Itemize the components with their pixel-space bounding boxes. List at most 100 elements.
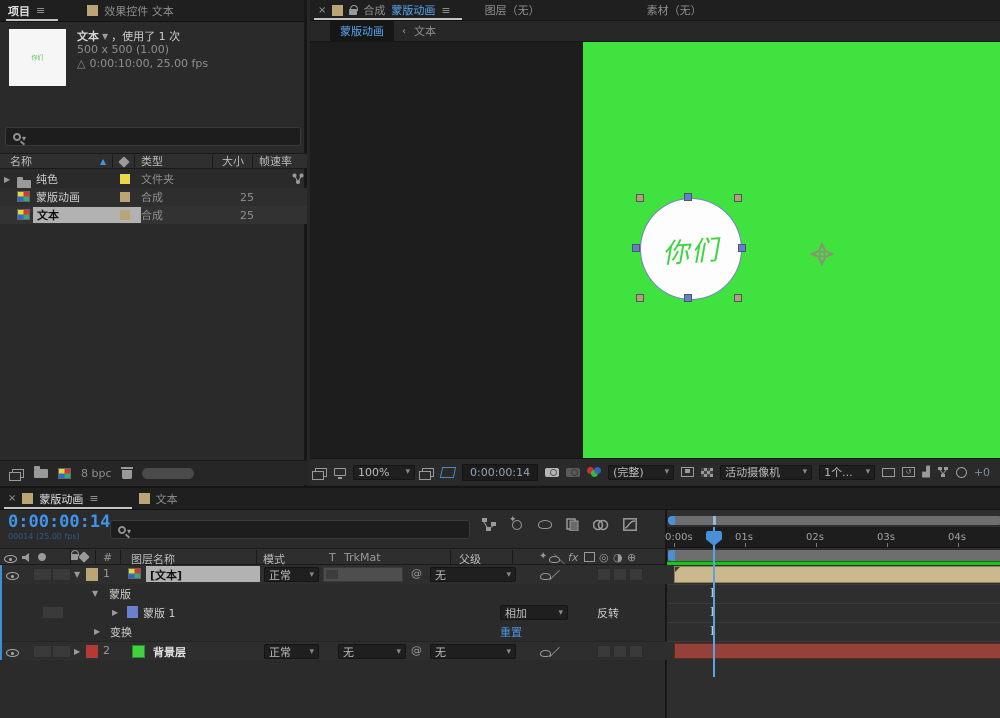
sort-ascending-icon[interactable]: ▲ <box>100 157 106 166</box>
layer2-mode-select[interactable]: 正常 ▾ <box>264 644 319 659</box>
motion-blur-icon[interactable] <box>593 519 609 531</box>
parent-pickwhip-icon[interactable]: @ <box>411 644 422 657</box>
motion-blur-switch-icon[interactable]: ◎ <box>599 551 609 564</box>
layer-visibility-icon[interactable] <box>6 649 19 657</box>
panel-scrollbar[interactable] <box>141 467 194 479</box>
expand-layer-icon[interactable]: ▶ <box>74 647 80 656</box>
collapse-switch-icon[interactable]: ✦ <box>539 551 547 562</box>
project-row-solids[interactable]: ▶ 纯色 文件夹 <box>0 170 307 189</box>
timeline-tab-text[interactable]: 文本 <box>156 491 178 507</box>
subtab-text[interactable]: 文本 <box>414 23 436 39</box>
grid-guides-icon[interactable] <box>882 467 896 477</box>
solo-column-icon[interactable] <box>38 553 46 561</box>
video-column-icon[interactable] <box>4 555 17 563</box>
masks-group-row[interactable]: ▼ 蒙版 <box>2 584 667 603</box>
label-column-icon[interactable] <box>118 156 130 168</box>
exposure-value[interactable]: +0 <box>974 466 990 479</box>
bbox-handle-top-left[interactable] <box>636 194 644 202</box>
label-column-icon[interactable] <box>78 551 90 563</box>
mask1-inverted-checkbox[interactable]: 反转 <box>597 605 619 621</box>
layer-row-text[interactable]: ▼ 1 [文本] 正常 ▾ @ 无 ▾ ／ <box>2 565 667 584</box>
show-snapshot-icon[interactable] <box>566 467 581 477</box>
item-name[interactable]: 文本 <box>77 28 99 44</box>
new-composition-icon[interactable] <box>58 467 71 479</box>
flowchart-icon[interactable] <box>937 466 949 478</box>
fast-previews-icon[interactable] <box>701 467 714 477</box>
label-color-swatch[interactable] <box>120 192 130 202</box>
adjustment-switch-icon[interactable]: ◑ <box>613 551 623 564</box>
transform-row[interactable]: ▶ 变换 重置 <box>2 622 667 641</box>
mask-vertex-bottom[interactable] <box>684 294 692 302</box>
current-timecode[interactable]: 0:00:00:14 <box>8 512 110 532</box>
transform-label[interactable]: 变换 <box>110 624 132 640</box>
project-panel-menu-icon[interactable]: ≡ <box>36 4 45 17</box>
mask1-label[interactable]: 蒙版 1 <box>143 605 176 621</box>
zoom-select[interactable]: 100% ▾ <box>353 464 415 480</box>
channel-icon[interactable] <box>587 467 602 477</box>
graph-editor-icon[interactable] <box>623 518 637 531</box>
label-color-swatch[interactable] <box>120 210 130 220</box>
column-fps[interactable]: 帧速率 <box>259 153 292 169</box>
close-tab-icon[interactable]: × <box>318 5 326 16</box>
frame-blending-icon[interactable] <box>566 518 579 531</box>
expand-layer-icon[interactable]: ▼ <box>74 570 80 579</box>
view-layout-select[interactable]: 1个... ▾ <box>819 464 876 480</box>
reset-exposure-icon[interactable]: ↺ <box>902 467 916 477</box>
bbox-handle-top-right[interactable] <box>734 194 742 202</box>
bbox-handle-bottom-left[interactable] <box>636 294 644 302</box>
layer-label-swatch[interactable] <box>86 568 98 581</box>
layer1-parent-select[interactable]: 无 ▾ <box>430 567 516 582</box>
layer-quality-icon[interactable]: ／ <box>549 567 560 583</box>
always-preview-icon[interactable] <box>312 467 327 480</box>
exposure-icon[interactable] <box>955 466 967 478</box>
tab-layer[interactable]: 图层（无） <box>485 2 540 18</box>
tab-composition-name[interactable]: 蒙版动画 <box>391 2 435 18</box>
layer2-parent-select[interactable]: 无 ▾ <box>430 644 516 659</box>
masked-text-layer[interactable]: 你们 <box>640 198 742 300</box>
snapshot-icon[interactable] <box>545 467 560 477</box>
interpret-footage-icon[interactable] <box>9 468 24 481</box>
mask-vertex-top[interactable] <box>684 193 692 201</box>
magnification-icon[interactable] <box>334 468 346 479</box>
layer-bar-background[interactable] <box>674 643 1000 659</box>
comp-mini-flowchart-icon[interactable] <box>482 518 496 531</box>
item-flyout-icon[interactable]: ▼ <box>102 32 108 41</box>
work-area-start-handle[interactable] <box>668 550 675 561</box>
timeline-tab-mask-anim[interactable]: 蒙版动画 <box>39 491 83 507</box>
project-bit-depth[interactable]: 8 bpc <box>81 467 112 480</box>
layer-row-background[interactable]: ▶ 2 背景层 正常 ▾ 无 ▾ @ 无 ▾ ／ <box>2 641 667 660</box>
transform-reset-link[interactable]: 重置 <box>500 624 522 640</box>
histogram-icon[interactable]: ▟ <box>922 467 930 478</box>
project-row-mask-anim[interactable]: 蒙版动画 合成 25 <box>0 188 307 206</box>
work-area-bar[interactable] <box>668 550 1000 561</box>
draft-3d-icon[interactable]: ✦ <box>509 515 524 531</box>
layer-name[interactable]: 背景层 <box>153 644 186 660</box>
close-tab-icon[interactable]: × <box>8 493 16 504</box>
expand-mask1-icon[interactable]: ▶ <box>112 608 118 617</box>
subtab-chevron-icon[interactable]: ‹ <box>402 26 406 37</box>
tab-effect-controls[interactable]: 效果控件 文本 <box>104 3 174 19</box>
camera-select[interactable]: 活动摄像机 ▾ <box>720 464 813 480</box>
timeline-menu-icon[interactable]: ≡ <box>89 492 98 505</box>
parent-pickwhip-icon[interactable]: @ <box>411 567 422 580</box>
new-folder-icon[interactable] <box>34 465 48 478</box>
collapse-masks-icon[interactable]: ▼ <box>92 589 98 598</box>
layer-quality-icon[interactable]: ／ <box>549 644 560 660</box>
tab-project[interactable]: 项目 <box>8 3 30 19</box>
frame-blend-switch-icon[interactable] <box>584 552 595 562</box>
mask1-mode-select[interactable]: 相加 ▾ <box>500 605 568 620</box>
lock-icon[interactable] <box>349 5 359 15</box>
navigator-handle-left[interactable] <box>668 516 675 525</box>
tab-footage[interactable]: 素材（无） <box>647 2 702 18</box>
project-search-input[interactable]: ▾ <box>5 127 301 146</box>
item-thumbnail[interactable]: 你们 <box>9 29 66 86</box>
column-name[interactable]: 名称 <box>10 153 32 169</box>
point-of-interest-icon[interactable] <box>810 242 834 266</box>
comp-canvas[interactable]: 你们 <box>310 42 1000 458</box>
layer2-trkmat-select[interactable]: 无 ▾ <box>338 644 406 659</box>
effects-switch-icon[interactable]: fx <box>568 551 578 564</box>
label-color-swatch[interactable] <box>120 174 130 184</box>
timeline-search-input[interactable]: ▾ <box>110 520 470 539</box>
hide-shy-layers-icon[interactable] <box>538 520 552 529</box>
mask1-row[interactable]: ▶ 蒙版 1 相加 ▾ 反转 <box>2 603 667 622</box>
